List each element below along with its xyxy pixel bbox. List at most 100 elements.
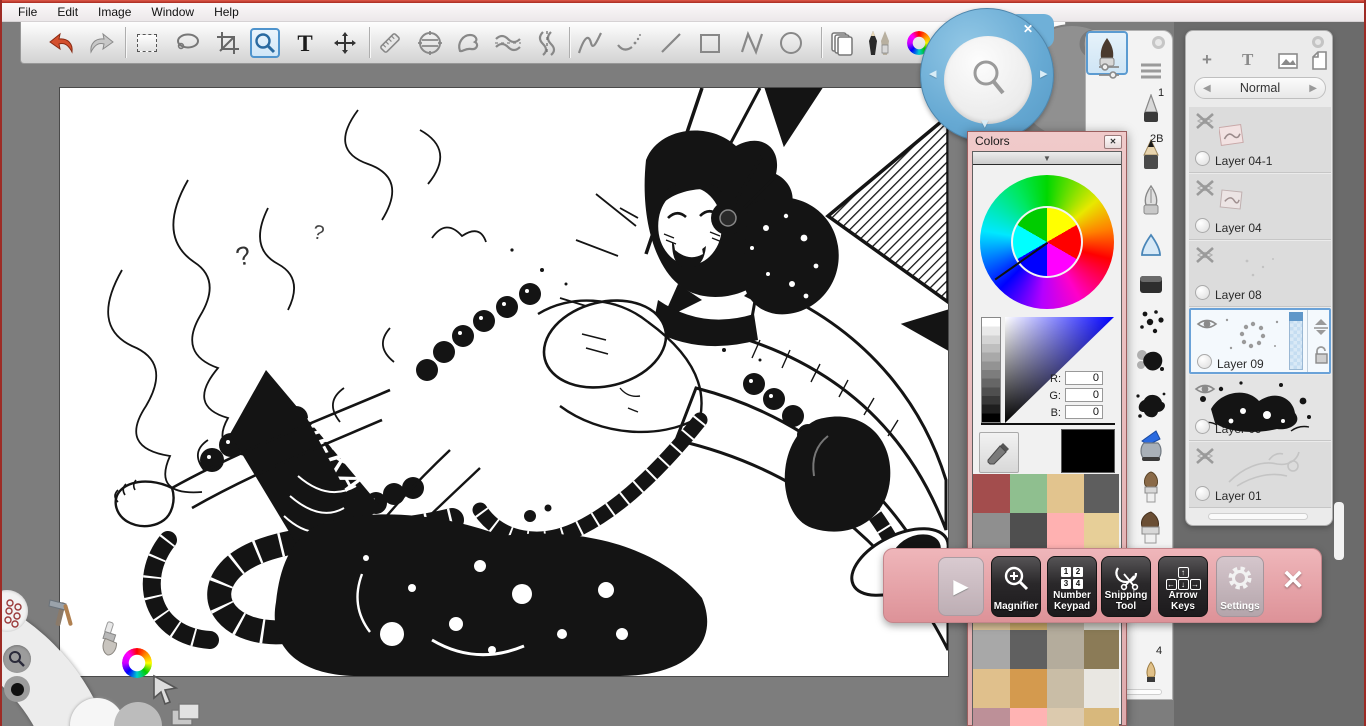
rectangle-tool[interactable]: [695, 28, 725, 58]
palette-swatch[interactable]: [1047, 474, 1084, 513]
widget-left-arrow[interactable]: ◂: [929, 66, 937, 81]
r-value-field[interactable]: 0: [1065, 371, 1103, 385]
eyedropper-button[interactable]: [979, 432, 1019, 473]
curve-tool[interactable]: [575, 28, 605, 58]
layer-radio[interactable]: [1195, 151, 1210, 166]
brush-detail[interactable]: [1132, 653, 1170, 691]
brush-spray-dots[interactable]: [1132, 303, 1170, 341]
current-color-swatch[interactable]: [1061, 429, 1115, 473]
text-tool[interactable]: T: [290, 28, 320, 58]
layer-row[interactable]: Layer 09: [1189, 375, 1331, 441]
canvas[interactable]: ? ? MEKA: [60, 88, 948, 676]
layer-radio[interactable]: [1195, 285, 1210, 300]
text-layer-button[interactable]: T: [1242, 49, 1253, 71]
cursor-icon[interactable]: [148, 672, 182, 706]
crop-tool[interactable]: [213, 28, 243, 58]
paper-layer-button[interactable]: [1312, 51, 1327, 70]
undo-button[interactable]: [46, 28, 76, 58]
magnifier-button[interactable]: Magnifier: [991, 556, 1041, 617]
brush-splatter-dark[interactable]: [1132, 386, 1170, 424]
menu-image[interactable]: Image: [88, 3, 141, 21]
colors-panel-close-button[interactable]: ✕: [1104, 135, 1122, 149]
paintbrush-icon[interactable]: [90, 620, 128, 658]
line-tool[interactable]: [656, 28, 686, 58]
wave-vertical-tool[interactable]: [532, 28, 562, 58]
visibility-off-icon[interactable]: [1194, 113, 1216, 129]
ruler-tool[interactable]: [375, 28, 405, 58]
palette-swatch[interactable]: [973, 669, 1010, 708]
palette-swatch[interactable]: [1084, 474, 1119, 513]
widget-down-arrow[interactable]: ▾: [981, 116, 989, 131]
palette-swatch[interactable]: [1047, 669, 1084, 708]
palette-swatch[interactable]: [1010, 708, 1047, 726]
brush-splatter-light[interactable]: [1132, 343, 1170, 381]
image-layer-button[interactable]: [1278, 53, 1298, 69]
grayscale-strip[interactable]: [981, 317, 1001, 423]
palette-swatch[interactable]: [1010, 669, 1047, 708]
palette-swatch[interactable]: [1084, 630, 1119, 669]
colors-dropdown-bar[interactable]: ▼: [973, 152, 1121, 165]
layer-radio[interactable]: [1197, 354, 1212, 369]
brush-fur[interactable]: [1132, 469, 1170, 507]
layer-row[interactable]: Layer 04: [1189, 174, 1331, 240]
blend-mode-selector[interactable]: ◀ Normal ▶: [1194, 77, 1326, 99]
layer-row[interactable]: Layer 04-1: [1189, 107, 1331, 173]
smudge-tool[interactable]: [453, 28, 483, 58]
layer-reorder-arrows[interactable]: [1311, 318, 1331, 338]
arrow-keys-button[interactable]: ↑ ← ↓ → Arrow Keys: [1158, 556, 1208, 617]
palette-swatch[interactable]: [1084, 513, 1119, 552]
menu-window[interactable]: Window: [141, 3, 204, 21]
redo-button[interactable]: [87, 28, 117, 58]
brushes-button[interactable]: [864, 28, 894, 58]
palette-swatch[interactable]: [1047, 708, 1084, 726]
g-value-field[interactable]: 0: [1065, 388, 1103, 402]
mini-dot-button[interactable]: [4, 676, 30, 702]
palette-swatch[interactable]: [1010, 474, 1047, 513]
brush-pen[interactable]: [1132, 91, 1170, 129]
blend-next-arrow[interactable]: ▶: [1309, 83, 1317, 94]
palette-swatch[interactable]: [1010, 513, 1047, 552]
palette-swatch[interactable]: [973, 474, 1010, 513]
layer-opacity-thumb[interactable]: [1289, 312, 1303, 321]
palette-swatch[interactable]: [973, 630, 1010, 669]
brush-water-blender[interactable]: [1132, 227, 1170, 265]
widget-right-arrow[interactable]: ▸: [1040, 66, 1048, 81]
snipping-tool-button[interactable]: Snipping Tool: [1101, 556, 1151, 617]
polyline-tool[interactable]: [737, 28, 767, 58]
layer-row-selected[interactable]: Layer 09: [1189, 308, 1331, 374]
layers-stack-icon[interactable]: [170, 702, 202, 726]
hue-wheel[interactable]: [980, 175, 1114, 309]
palette-swatch[interactable]: [1084, 669, 1119, 708]
visibility-off-icon[interactable]: [1194, 180, 1216, 196]
dotted-curve-tool[interactable]: [614, 28, 644, 58]
palette-swatch[interactable]: [1047, 630, 1084, 669]
brush-airbrush[interactable]: [1132, 426, 1170, 464]
lasso-tool[interactable]: [173, 28, 203, 58]
perspective-tool[interactable]: [415, 28, 445, 58]
menu-edit[interactable]: Edit: [47, 3, 88, 21]
palette-swatch[interactable]: [1010, 630, 1047, 669]
b-value-field[interactable]: 0: [1065, 405, 1103, 419]
play-button[interactable]: ▶: [938, 557, 984, 616]
accessibility-close-icon[interactable]: ✕: [1276, 563, 1310, 597]
pages-button[interactable]: [827, 28, 857, 58]
brush-marker-block[interactable]: [1132, 265, 1170, 303]
rect-select-tool[interactable]: [132, 28, 162, 58]
blend-prev-arrow[interactable]: ◀: [1203, 83, 1211, 94]
tools-icon[interactable]: [42, 594, 80, 632]
palette-swatch[interactable]: [1084, 708, 1119, 726]
palette-swatch[interactable]: [973, 708, 1010, 726]
brush-list-button[interactable]: [1138, 59, 1164, 83]
ellipse-tool[interactable]: [776, 28, 806, 58]
palette-swatch[interactable]: [973, 513, 1010, 552]
add-layer-button[interactable]: +: [1202, 49, 1212, 71]
menu-help[interactable]: Help: [204, 3, 249, 21]
number-keypad-button[interactable]: 1234 Number Keypad: [1047, 556, 1097, 617]
layer-row[interactable]: Layer 01: [1189, 442, 1331, 508]
brush-flat[interactable]: [1132, 509, 1170, 547]
zoom-tool[interactable]: [250, 28, 280, 58]
wave-horizontal-tool[interactable]: [493, 28, 523, 58]
layer-radio[interactable]: [1195, 218, 1210, 233]
menu-file[interactable]: File: [8, 3, 47, 21]
widget-close-icon[interactable]: ✕: [1023, 22, 1033, 36]
